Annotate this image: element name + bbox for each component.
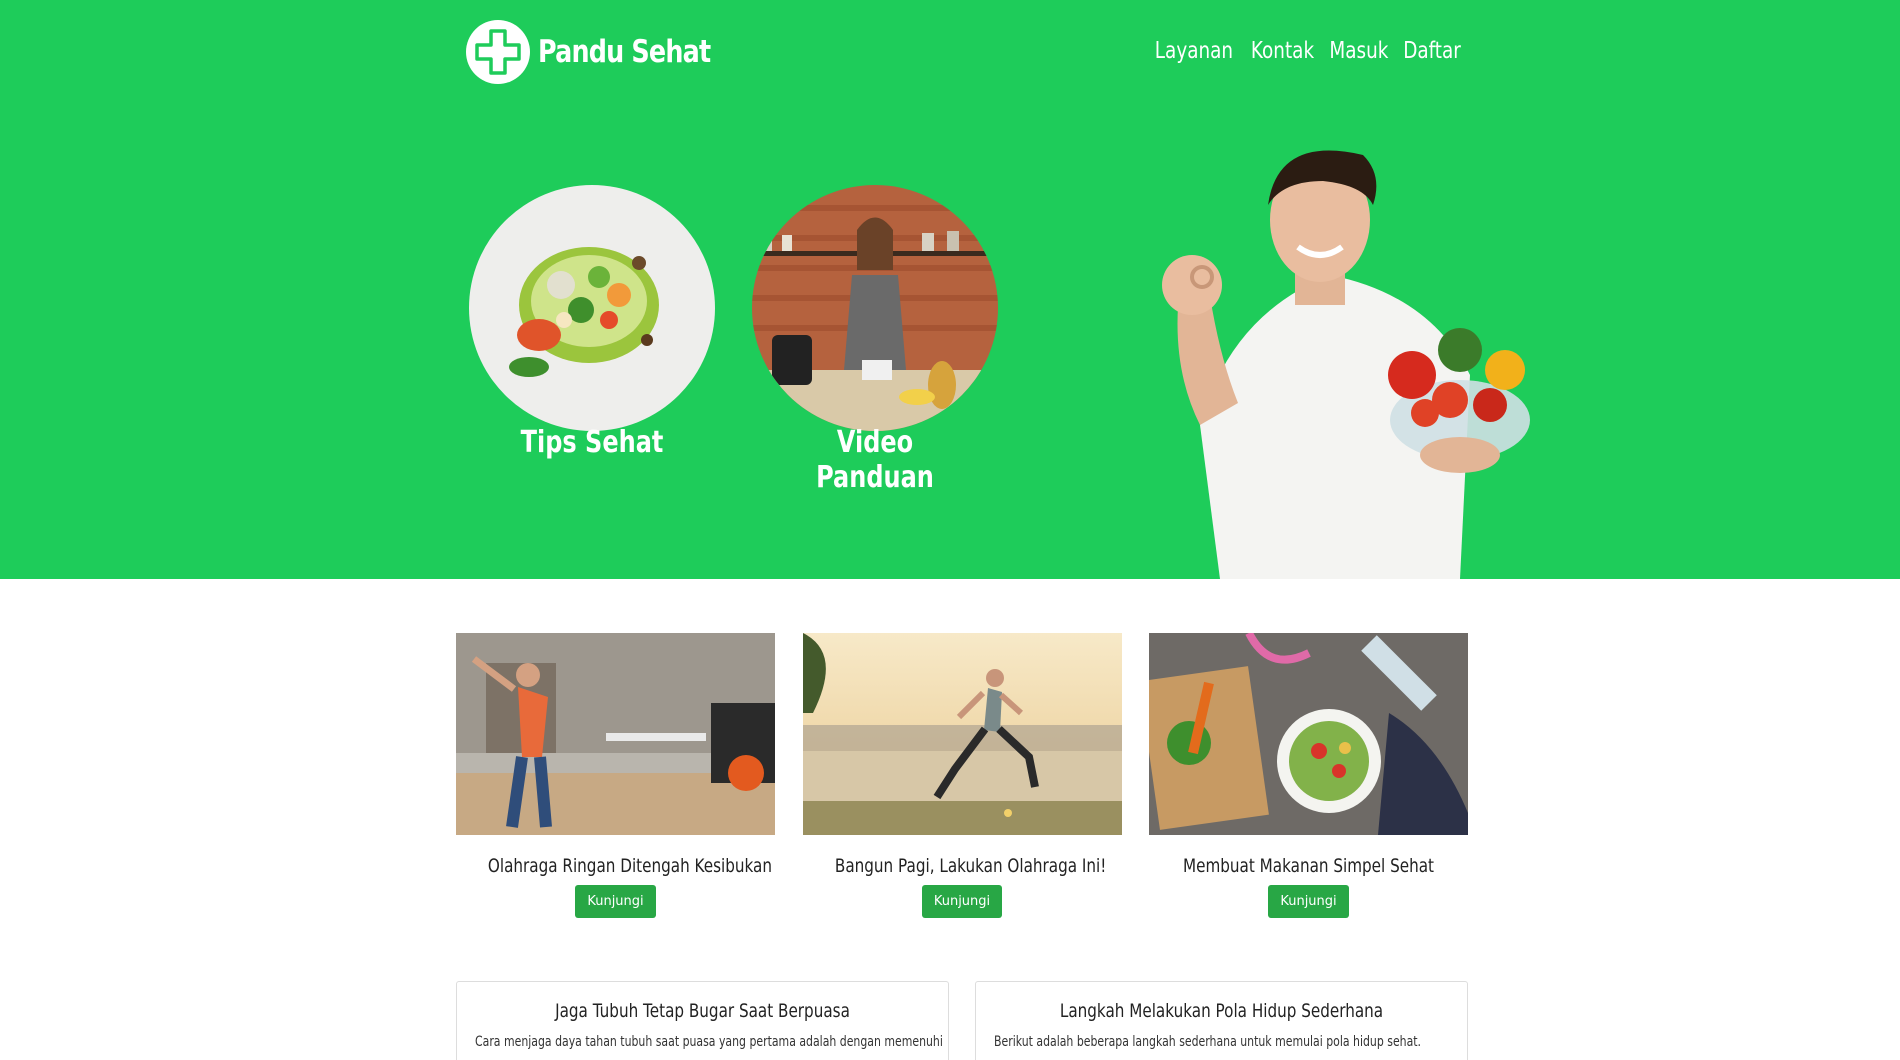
nav-daftar[interactable]: Daftar	[1403, 38, 1461, 64]
article-title: Langkah Melakukan Pola Hidup Sederhana	[1059, 1000, 1384, 1022]
feature-label: Tips Sehat	[520, 425, 664, 460]
feature-label: Video Panduan	[816, 425, 934, 495]
nav-masuk[interactable]: Masuk	[1329, 38, 1388, 64]
feature-video-panduan[interactable]: Video Panduan	[752, 185, 998, 495]
kunjungi-button[interactable]: Kunjungi	[921, 885, 1003, 918]
hero-section: Pandu Sehat Layanan Kontak Masuk Daftar	[0, 0, 1900, 579]
article-card[interactable]: Jaga Tubuh Tetap Bugar Saat Berpuasa Car…	[456, 981, 949, 1060]
card-title: Bangun Pagi, Lakukan Olahraga Ini!	[834, 855, 1106, 877]
article-excerpt: Berikut adalah beberapa langkah sederhan…	[994, 1034, 1422, 1050]
man-holding-vegetables-image	[1130, 135, 1550, 579]
feature-tips-sehat[interactable]: Tips Sehat	[469, 185, 715, 460]
kunjungi-button[interactable]: Kunjungi	[575, 885, 656, 918]
healthy-food-bowl-image	[469, 185, 715, 431]
article-card[interactable]: Langkah Melakukan Pola Hidup Sederhana B…	[975, 981, 1468, 1060]
office-stretching-image	[456, 633, 775, 835]
card-makanan-simpel: Membuat Makanan Simpel Sehat Kunjungi	[1149, 633, 1468, 918]
article-excerpt: Cara menjaga daya tahan tubuh saat puasa…	[475, 1034, 943, 1050]
card-olahraga-ringan: Olahraga Ringan Ditengah Kesibukan Kunju…	[456, 633, 775, 918]
medical-cross-icon	[466, 20, 530, 84]
card-title: Membuat Makanan Simpel Sehat	[1183, 855, 1434, 877]
nav-layanan[interactable]: Layanan	[1155, 38, 1233, 64]
salad-fitness-image	[1149, 633, 1468, 835]
article-list: Jaga Tubuh Tetap Bugar Saat Berpuasa Car…	[456, 981, 1468, 1060]
article-title: Jaga Tubuh Tetap Bugar Saat Berpuasa	[555, 1000, 850, 1022]
morning-run-image	[802, 633, 1122, 835]
main-nav: Layanan Kontak Masuk Daftar	[1153, 38, 1461, 64]
nav-kontak[interactable]: Kontak	[1251, 38, 1314, 64]
card-bangun-pagi: Bangun Pagi, Lakukan Olahraga Ini! Kunju…	[802, 633, 1122, 918]
brand-name: Pandu Sehat	[538, 34, 711, 70]
card-grid: Olahraga Ringan Ditengah Kesibukan Kunju…	[456, 633, 1468, 918]
kunjungi-button[interactable]: Kunjungi	[1268, 885, 1349, 918]
brand[interactable]: Pandu Sehat	[466, 20, 748, 84]
woman-kitchen-image	[752, 185, 998, 431]
card-title: Olahraga Ringan Ditengah Kesibukan	[487, 855, 773, 877]
